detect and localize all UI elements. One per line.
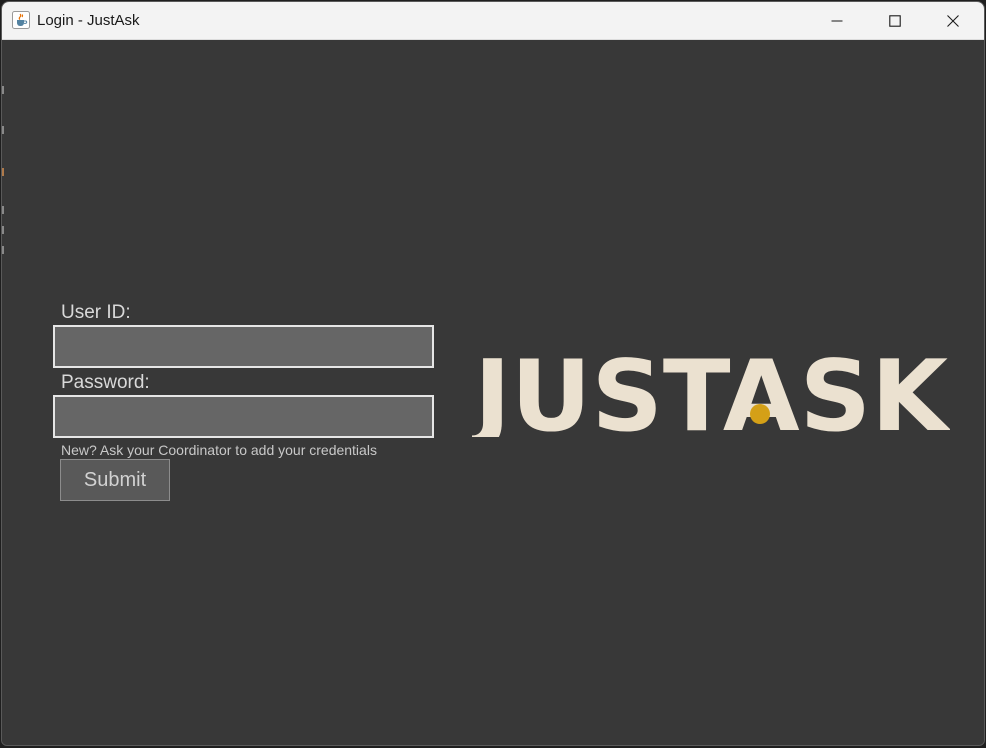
- close-icon: [947, 15, 959, 27]
- window-title: Login - JustAsk: [37, 12, 140, 29]
- userid-label: User ID:: [61, 302, 131, 323]
- minimize-icon: [831, 20, 843, 22]
- title-bar[interactable]: Login - JustAsk: [2, 2, 984, 40]
- minimize-button[interactable]: [808, 2, 866, 40]
- edge-artifacts: [2, 80, 5, 260]
- logo-dot-icon: [750, 404, 770, 424]
- login-window: Login - JustAsk User ID: Password: New? …: [1, 1, 985, 746]
- signup-hint: New? Ask your Coordinator to add your cr…: [61, 442, 377, 458]
- close-button[interactable]: [924, 2, 982, 40]
- password-input[interactable]: [53, 395, 434, 438]
- justask-logo: JUSTASK: [472, 345, 950, 437]
- maximize-icon: [889, 15, 901, 27]
- logo-text: JUSTASK: [472, 345, 950, 437]
- userid-input[interactable]: [53, 325, 434, 368]
- password-label: Password:: [61, 372, 150, 393]
- submit-button[interactable]: Submit: [60, 459, 170, 501]
- login-panel: User ID: Password: New? Ask your Coordin…: [2, 40, 984, 745]
- maximize-button[interactable]: [866, 2, 924, 40]
- java-cup-icon: [12, 11, 30, 29]
